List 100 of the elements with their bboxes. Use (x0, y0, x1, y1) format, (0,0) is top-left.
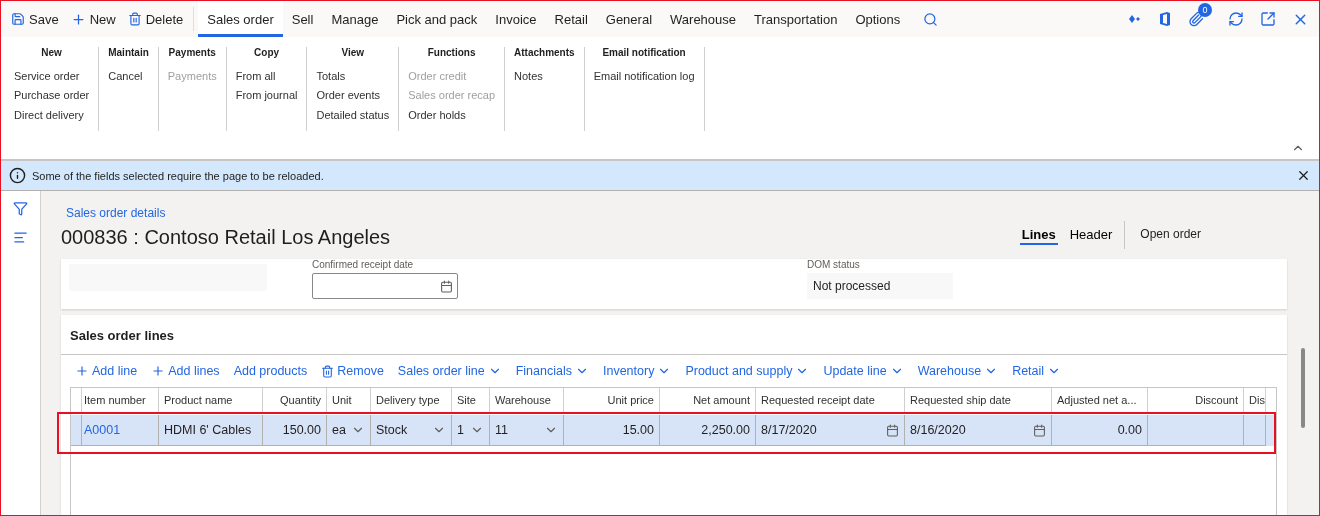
table-cell: HDMI 6' Cables (159, 415, 263, 446)
ribbon-tab[interactable]: Sell (282, 1, 323, 37)
column-header[interactable]: Requested receipt date (756, 388, 905, 413)
ribbon-item[interactable]: Service order (14, 66, 90, 86)
ribbon-item[interactable]: Purchase order (14, 85, 90, 105)
page-title: 000836 : Contoso Retail Los Angeles (61, 226, 391, 249)
dropdown-field[interactable]: 11 (490, 415, 564, 446)
plus-icon (75, 364, 89, 378)
delete-icon (321, 364, 335, 378)
date-field[interactable] (312, 273, 458, 299)
group-title: Attachments (514, 47, 575, 58)
section-title: Sales order lines (70, 327, 176, 345)
table-cell: 0.00 (1052, 415, 1148, 446)
column-header[interactable]: Delivery type (371, 388, 452, 413)
toolbar-button[interactable]: Remove (321, 364, 384, 378)
group-title: Email notification (601, 47, 687, 58)
group-title: Copy (253, 47, 281, 58)
toolbar-button[interactable]: Add line (75, 364, 138, 378)
ribbon-item[interactable]: Notes (514, 66, 575, 86)
date-field[interactable]: 8/17/2020 (756, 415, 905, 446)
ribbon-item[interactable]: Order events (316, 85, 390, 105)
toolbar-button[interactable]: Update line (823, 364, 904, 378)
toolbar-button[interactable]: Sales order line (397, 364, 502, 378)
table-cell: 150.00 (263, 415, 327, 446)
breadcrumb-link[interactable]: Sales order details (66, 206, 391, 220)
column-header[interactable]: Net amount (660, 388, 756, 413)
column-header[interactable]: Unit (327, 388, 371, 413)
table-cell: 2,250.00 (660, 415, 756, 446)
ribbon-tab[interactable]: Manage (322, 1, 388, 37)
column-header[interactable]: Warehouse (490, 388, 564, 413)
ribbon-item[interactable]: Order holds (408, 105, 496, 125)
ribbon-item[interactable]: Detailed status (316, 105, 390, 125)
calendar-icon (1033, 423, 1046, 437)
ribbon-tab[interactable]: Options (846, 1, 910, 37)
attachments-button[interactable]: 0 (1188, 3, 1212, 27)
dropdown-field[interactable]: Stock (371, 415, 452, 446)
ribbon-tab[interactable]: Warehouse (661, 1, 746, 37)
toolbar-button[interactable]: Product and supply (685, 364, 810, 378)
open-in-new-window-button[interactable] (1260, 11, 1276, 27)
ribbon-item[interactable]: From all (235, 66, 298, 86)
dropdown-field[interactable]: 1 (452, 415, 490, 446)
item-number-link[interactable]: A0001 (79, 415, 159, 446)
date-field[interactable]: 8/16/2020 (905, 415, 1052, 446)
table-row[interactable]: A0001 HDMI 6' Cables 150.00 ea Stock 1 11 15.00 2,250.00 8/17/2020 8/16/2020 0.00 (71, 415, 1276, 446)
group-title: Payments (167, 47, 217, 58)
group-title: Maintain (108, 47, 149, 58)
filter-icon[interactable] (13, 201, 28, 216)
search-button[interactable] (923, 11, 939, 27)
calendar-icon (440, 279, 453, 293)
toolbar-button[interactable]: Add lines (151, 364, 220, 378)
ribbon-tab[interactable]: Retail (545, 1, 597, 37)
column-header[interactable]: Site (452, 388, 490, 413)
view-tab[interactable]: Header (1067, 225, 1115, 245)
toolbar-button[interactable]: Financials (515, 364, 589, 378)
toolbar-button[interactable]: Warehouse (917, 364, 999, 378)
toolbar-button[interactable]: Inventory (603, 364, 672, 378)
add-lines-icon (151, 364, 166, 378)
close-button[interactable] (1296, 168, 1311, 183)
ribbon-item[interactable]: From journal (235, 85, 298, 105)
new-button[interactable]: New (64, 4, 122, 34)
office-icon[interactable] (1158, 11, 1172, 27)
ribbon-item[interactable]: Cancel (108, 66, 149, 86)
info-message: Some of the fields selected require the page to be reloaded. (32, 169, 324, 182)
field-label: Confirmed receipt date (312, 259, 415, 270)
ribbon-item[interactable]: Totals (316, 66, 390, 86)
view-tab[interactable]: Lines (1019, 225, 1058, 245)
column-header[interactable]: Requested ship date (905, 388, 1052, 413)
field-label: DOM status (807, 259, 861, 270)
refresh-button[interactable] (1228, 11, 1244, 27)
ribbon-tab[interactable]: Sales order (198, 1, 283, 37)
column-header[interactable]: Dis (1244, 388, 1266, 413)
table-cell (1244, 415, 1266, 446)
order-status: Open order (1124, 221, 1201, 249)
ribbon-tab[interactable]: Pick and pack (387, 1, 487, 37)
list-icon[interactable] (13, 230, 28, 245)
plus-icon (70, 11, 86, 27)
group-title: View (340, 47, 366, 58)
column-header[interactable]: Discount (1148, 388, 1244, 413)
toolbar-button[interactable]: Retail (1012, 364, 1062, 378)
ribbon-tab[interactable]: General (596, 1, 662, 37)
search-icon (923, 11, 939, 27)
delete-button[interactable]: Delete (121, 4, 190, 34)
column-header[interactable]: Quantity (263, 388, 327, 413)
info-icon (9, 167, 26, 184)
column-header[interactable]: Unit price (564, 388, 660, 413)
column-header[interactable]: Item number (79, 388, 159, 413)
ribbon-tab[interactable]: Invoice (486, 1, 546, 37)
save-button[interactable]: Save (5, 4, 65, 34)
column-header[interactable]: Adjusted net a... (1052, 388, 1148, 413)
ribbon-item[interactable]: Email notification log (593, 66, 695, 86)
count-badge: 0 (1198, 3, 1212, 17)
readonly-field: Not processed (807, 273, 953, 299)
delete-icon (127, 12, 142, 26)
calendar-icon (886, 423, 899, 437)
ribbon-item[interactable]: Direct delivery (14, 105, 90, 125)
toolbar-button[interactable]: Add products (233, 364, 308, 378)
dropdown-field[interactable]: ea (327, 415, 371, 446)
group-title: Functions (426, 47, 477, 58)
column-header[interactable]: Product name (159, 388, 263, 413)
ribbon-tab[interactable]: Transportation (745, 1, 847, 37)
